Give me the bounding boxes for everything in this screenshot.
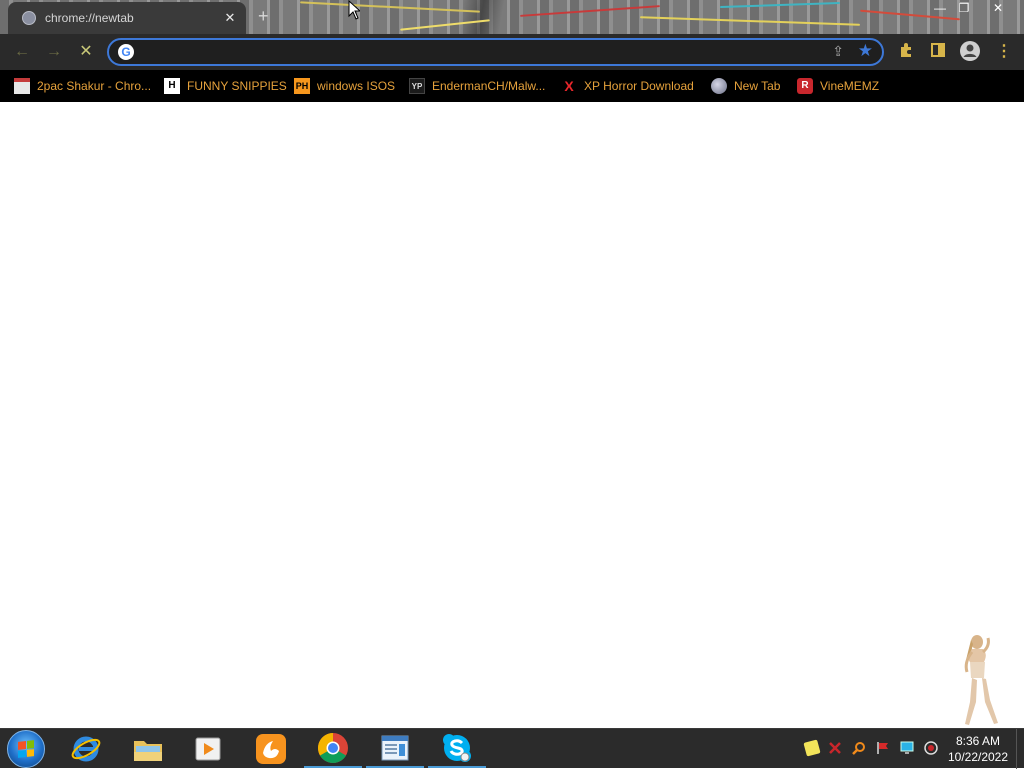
folder-icon (134, 741, 162, 761)
page-content-blank[interactable] (0, 102, 1024, 728)
calendar-icon (14, 78, 30, 94)
address-bar[interactable]: G ⇪ ★ (107, 38, 884, 66)
google-icon: G (118, 44, 134, 60)
share-icon[interactable]: ⇪ (832, 43, 844, 60)
window-titlebar[interactable]: chrome://newtab ✕ + — ❐ ✕ (0, 0, 1024, 34)
bookmark-2pac[interactable]: 2pac Shakur - Chro... (14, 76, 151, 96)
bookmark-endermanch[interactable]: YP EndermanCH/Malw... (409, 76, 545, 96)
windows-taskbar: 8:36 AM 10/22/2022 (0, 728, 1024, 769)
taskbar-notepad[interactable] (366, 730, 424, 768)
bookmark-label: FUNNY SNIPPIES (187, 79, 287, 93)
restore-button[interactable]: ❐ (950, 0, 978, 18)
media-player-icon (195, 737, 221, 761)
address-input[interactable] (141, 42, 805, 64)
taskbar-media-player[interactable] (179, 730, 237, 768)
bookmark-windows-isos[interactable]: PH windows ISOS (294, 76, 395, 96)
forward-button[interactable]: → (42, 40, 66, 64)
ph-logo-icon: PH (294, 78, 310, 94)
bookmarks-bar: 2pac Shakur - Chro... H FUNNY SNIPPIES P… (0, 70, 1024, 102)
close-window-button[interactable]: ✕ (984, 0, 1012, 18)
tray-volume-icon[interactable] (924, 741, 938, 755)
yp-logo-icon: YP (409, 78, 425, 94)
desktop-dancer-figurine-icon (964, 635, 998, 725)
tray-network-icon[interactable] (900, 741, 914, 755)
tray-notes-icon[interactable] (803, 739, 821, 757)
x-logo-icon: X (564, 78, 574, 94)
browser-toolbar: ← → ✕ G ⇪ ★ ⋮ (0, 34, 1024, 70)
mouse-cursor-icon (348, 0, 360, 20)
tab-close-icon[interactable]: ✕ (222, 10, 238, 26)
tab-newtab[interactable]: chrome://newtab ✕ (8, 2, 246, 34)
clock-date: 10/22/2022 (947, 750, 1009, 764)
windows-logo-icon (18, 740, 34, 758)
r-logo-icon: R (797, 78, 813, 94)
taskbar-clock[interactable]: 8:36 AM 10/22/2022 (944, 733, 1012, 765)
bookmark-new-tab[interactable]: New Tab (711, 76, 780, 96)
globe-icon (711, 78, 727, 94)
taskbar-uc-browser[interactable] (242, 730, 300, 768)
chrome-icon (317, 733, 348, 764)
back-button[interactable]: ← (10, 40, 34, 64)
taskbar-chrome[interactable] (304, 730, 362, 768)
bookmark-label: 2pac Shakur - Chro... (37, 79, 152, 93)
bookmark-funny-snippies[interactable]: H FUNNY SNIPPIES (164, 76, 287, 96)
taskbar-skype[interactable] (428, 730, 486, 768)
bookmark-label: New Tab (734, 79, 781, 93)
tab-favicon-icon (22, 11, 36, 25)
notepad-icon (381, 735, 409, 761)
tray-antivirus-icon[interactable] (828, 741, 842, 755)
taskbar-internet-explorer[interactable] (57, 730, 115, 768)
tray-search-icon[interactable] (852, 741, 866, 755)
bookmark-label: VineMEMZ (820, 79, 880, 93)
skype-icon (443, 734, 471, 762)
taskbar-file-explorer[interactable] (119, 730, 177, 768)
clock-time: 8:36 AM (955, 734, 1001, 748)
tab-title: chrome://newtab (45, 11, 134, 25)
bookmark-label: EndermanCH/Malw... (432, 79, 546, 93)
bookmark-star-icon[interactable]: ★ (858, 41, 873, 61)
internet-explorer-icon (71, 736, 101, 762)
show-desktop-button[interactable] (1016, 729, 1024, 769)
new-tab-button[interactable]: + (258, 6, 269, 27)
bookmark-label: windows ISOS (317, 79, 396, 93)
profile-avatar-icon[interactable] (959, 40, 981, 62)
tray-action-center-flag-icon[interactable] (876, 741, 890, 755)
bookmark-xp-horror[interactable]: X XP Horror Download (561, 76, 694, 96)
menu-kebab-icon[interactable]: ⋮ (994, 42, 1014, 62)
h-logo-icon: H (164, 78, 180, 94)
start-button[interactable] (7, 730, 45, 768)
bookmark-label: XP Horror Download (584, 79, 694, 93)
side-panel-icon[interactable] (928, 42, 948, 62)
uc-browser-icon (256, 734, 286, 764)
stop-button[interactable]: ✕ (74, 40, 98, 64)
bookmark-vinememz[interactable]: R VineMEMZ (797, 76, 879, 96)
extensions-icon[interactable] (896, 42, 916, 62)
